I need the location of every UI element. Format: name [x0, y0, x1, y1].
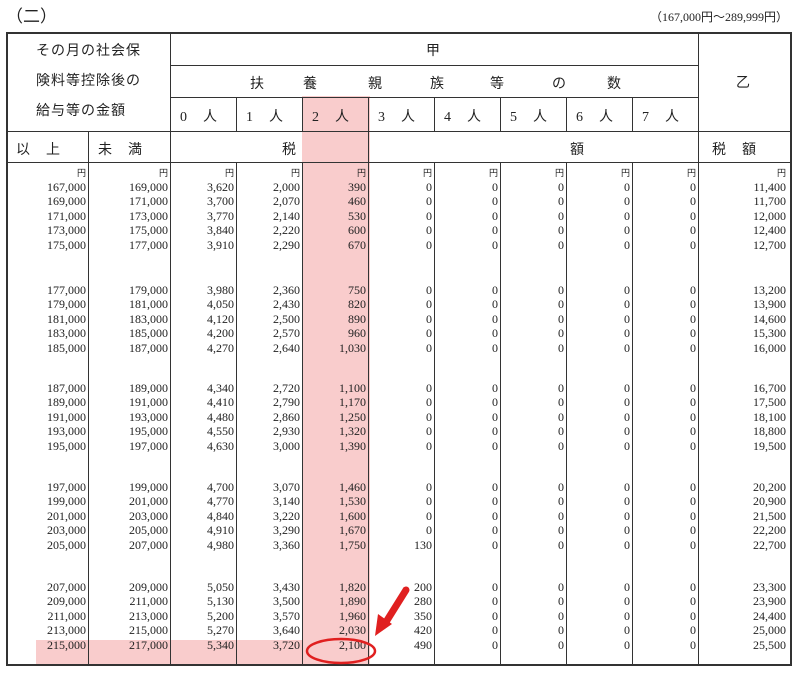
arrow-shaft [382, 586, 410, 626]
highlight-circle [305, 637, 377, 665]
red-annotation [305, 586, 410, 665]
